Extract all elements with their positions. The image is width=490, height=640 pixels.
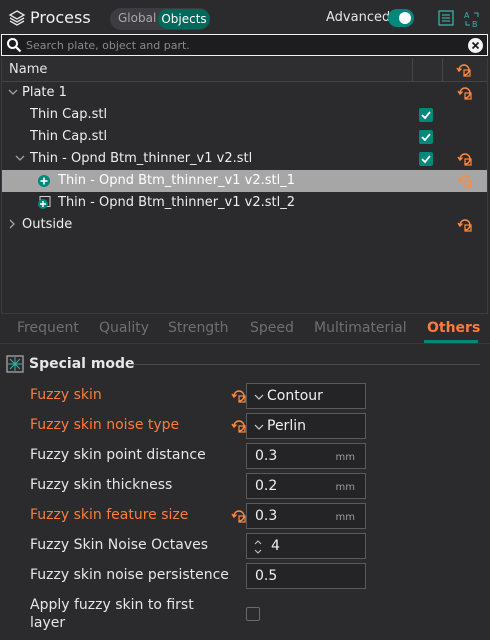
svg-text:A: A (464, 11, 470, 20)
tab-speed[interactable]: Speed (250, 320, 294, 336)
unit-label: mm (335, 482, 355, 493)
tree-row-label: Plate 1 (22, 85, 67, 100)
process-title: Process (30, 8, 91, 27)
feature-size-input[interactable]: 0.3 mm (246, 503, 366, 529)
tab-multimaterial[interactable]: Multimaterial (314, 320, 407, 336)
input-value: 0.5 (255, 568, 278, 584)
first-layer-checkbox[interactable] (246, 607, 260, 621)
reset-icon[interactable] (456, 216, 474, 234)
active-tab-indicator (424, 340, 478, 343)
option-label: Fuzzy Skin Noise Octaves (30, 537, 209, 553)
chevron-right-icon[interactable] (6, 218, 18, 230)
tree-row-label: Thin - Opnd Btm_thinner_v1 v2.stl_2 (58, 195, 295, 210)
advanced-label: Advanced (326, 10, 391, 25)
tab-frequent[interactable]: Frequent (17, 320, 79, 336)
noise-octaves-stepper[interactable]: 4 (246, 533, 366, 559)
tree-row-object[interactable]: Thin Cap.stl (2, 126, 487, 148)
fuzzy-skin-select[interactable]: Contour (246, 383, 366, 409)
tab-strength[interactable]: Strength (168, 320, 229, 336)
tree-row-label: Thin - Opnd Btm_thinner_v1 v2.stl (30, 151, 253, 166)
part-icon (38, 196, 51, 209)
tree-row-label: Thin Cap.stl (30, 107, 108, 122)
process-layers-icon (8, 10, 26, 26)
reset-icon[interactable] (456, 150, 474, 168)
search-bar (1, 34, 488, 56)
object-checkbox[interactable] (419, 152, 433, 166)
input-value: 0.2 (255, 478, 278, 494)
object-checkbox[interactable] (419, 108, 433, 122)
unit-label: mm (335, 512, 355, 523)
column-divider (412, 58, 413, 82)
settings-tabs: Frequent Quality Strength Speed Multimat… (0, 316, 490, 344)
chevron-down-icon (254, 394, 264, 400)
tree-row-label: Thin - Opnd Btm_thinner_v1 v2.stl_1 (58, 173, 295, 188)
ab-compare-icon[interactable]: A B (462, 9, 482, 29)
option-label: Fuzzy skin point distance (30, 447, 206, 463)
section-title: Special mode (29, 356, 135, 372)
chevron-down-icon[interactable] (7, 86, 19, 98)
chevron-down-icon (254, 424, 264, 430)
select-value: Contour (267, 388, 323, 404)
search-icon (7, 38, 22, 53)
column-divider (442, 58, 443, 82)
part-icon (38, 175, 50, 187)
settings-panel: Special mode Fuzzy skin Contour Fuzzy sk… (0, 344, 490, 640)
input-value: 0.3 (255, 448, 278, 464)
option-label: Apply fuzzy skin to first (30, 597, 194, 613)
point-distance-input[interactable]: 0.3 mm (246, 443, 366, 469)
unit-label: mm (335, 452, 355, 463)
reset-icon[interactable] (456, 84, 474, 102)
option-label: Fuzzy skin thickness (30, 477, 173, 493)
object-tree: Name Plate 1 Thin Cap.stl Thin Cap.stl T… (1, 58, 488, 314)
tree-header: Name (2, 58, 487, 82)
object-checkbox[interactable] (419, 130, 433, 144)
search-input[interactable] (26, 36, 456, 54)
list-icon[interactable] (437, 9, 455, 27)
tree-row-part[interactable]: Thin - Opnd Btm_thinner_v1 v2.stl_2 (2, 192, 487, 214)
option-label: layer (30, 615, 66, 631)
clear-icon[interactable] (468, 38, 483, 53)
thickness-input[interactable]: 0.2 mm (246, 473, 366, 499)
toggle-knob (399, 12, 411, 24)
spin-arrows-icon[interactable] (253, 538, 263, 556)
tree-row-object[interactable]: Thin Cap.stl (2, 104, 487, 126)
select-value: Perlin (267, 418, 306, 434)
special-mode-icon (6, 355, 24, 373)
input-value: 4 (271, 538, 280, 554)
tree-row-plate[interactable]: Outside (2, 214, 487, 236)
option-label: Fuzzy skin (30, 387, 102, 403)
tree-row-label: Thin Cap.stl (30, 129, 108, 144)
column-name-header[interactable]: Name (9, 62, 47, 77)
process-header: Process Global Objects Advanced A B (0, 0, 490, 36)
option-label: Fuzzy skin noise type (30, 417, 180, 433)
reset-icon[interactable] (455, 61, 473, 79)
reset-icon[interactable] (456, 172, 474, 190)
tab-others[interactable]: Others (427, 320, 480, 336)
noise-persistence-input[interactable]: 0.5 (246, 563, 366, 589)
tree-row-label: Outside (22, 217, 73, 232)
svg-text:B: B (472, 20, 478, 29)
global-mode-button[interactable]: Global (118, 11, 156, 25)
tree-row-part-selected[interactable]: Thin - Opnd Btm_thinner_v1 v2.stl_1 (2, 170, 487, 192)
global-objects-switch[interactable]: Global Objects (110, 8, 210, 30)
option-label: Fuzzy skin noise persistence (30, 567, 229, 583)
input-value: 0.3 (255, 508, 278, 524)
option-label: Fuzzy skin feature size (30, 507, 189, 523)
tree-row-plate[interactable]: Plate 1 (2, 82, 487, 104)
chevron-down-icon[interactable] (14, 152, 26, 164)
tree-row-object[interactable]: Thin - Opnd Btm_thinner_v1 v2.stl (2, 148, 487, 170)
objects-mode-button[interactable]: Objects (158, 9, 210, 29)
noise-type-select[interactable]: Perlin (246, 413, 366, 439)
tab-quality[interactable]: Quality (99, 320, 149, 336)
advanced-toggle[interactable] (388, 9, 414, 27)
section-divider (128, 364, 480, 365)
